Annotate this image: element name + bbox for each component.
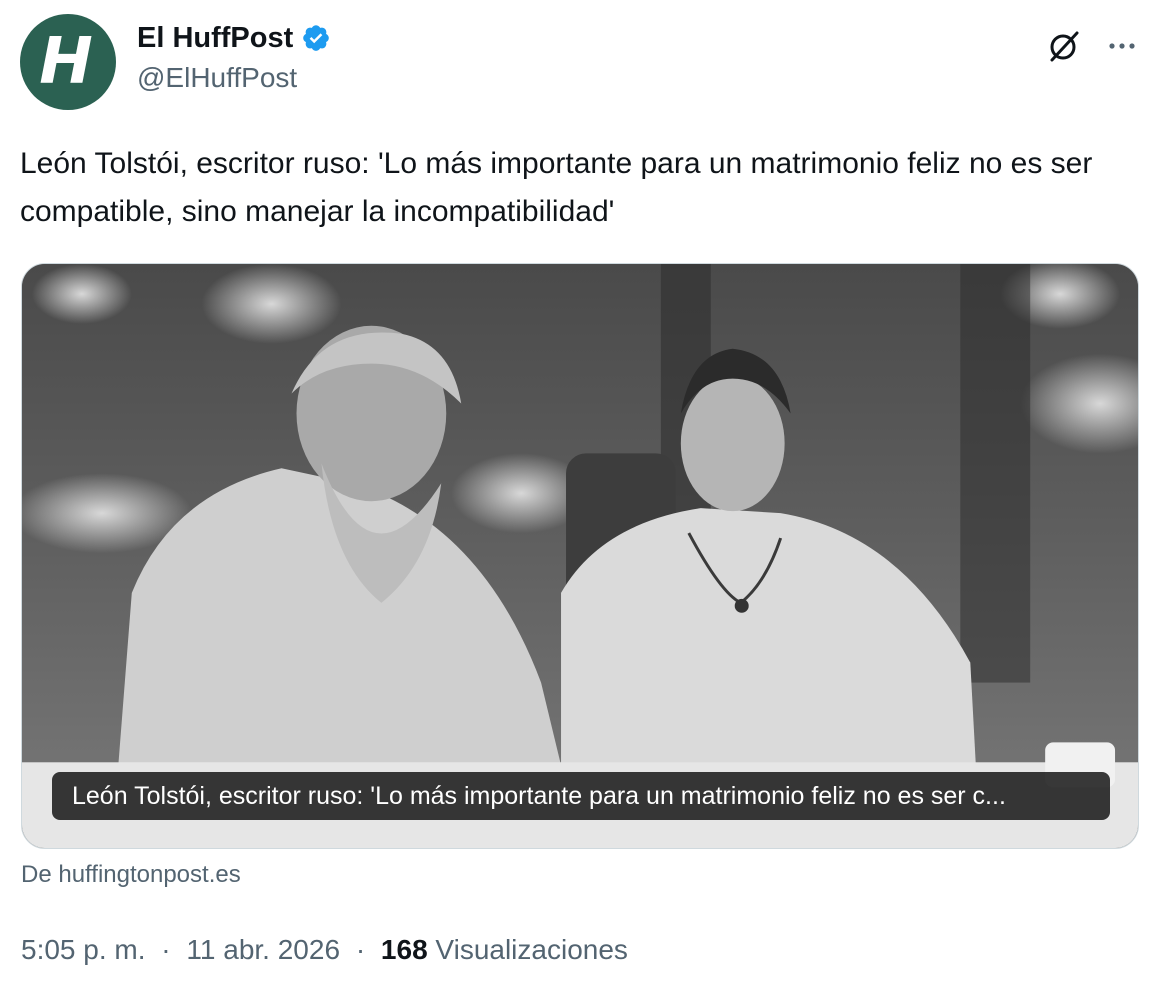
author-handle[interactable]: @ElHuffPost — [137, 60, 297, 96]
link-source[interactable]: De huffingtonpost.es — [21, 858, 241, 892]
author-name-row: El HuffPost — [137, 20, 331, 56]
tweet-meta: 5:05 p. m. · 11 abr. 2026 · 168 Visualiz… — [21, 930, 628, 970]
article-photo — [22, 264, 1138, 848]
grok-icon[interactable] — [1046, 28, 1082, 64]
display-name[interactable]: El HuffPost — [137, 20, 293, 56]
meta-separator: · — [355, 934, 366, 965]
verified-badge-icon[interactable] — [301, 23, 331, 53]
tweet-time[interactable]: 5:05 p. m. — [21, 934, 146, 965]
more-horizontal-icon[interactable] — [1104, 28, 1140, 64]
tweet-date[interactable]: 11 abr. 2026 — [186, 934, 340, 965]
views-label[interactable]: Visualizaciones — [435, 934, 628, 965]
tweet-text: León Tolstói, escritor ruso: 'Lo más imp… — [20, 147, 1093, 228]
link-card-caption: León Tolstói, escritor ruso: 'Lo más imp… — [52, 772, 1110, 820]
views-count[interactable]: 168 — [381, 934, 428, 965]
link-card[interactable]: León Tolstói, escritor ruso: 'Lo más imp… — [21, 263, 1139, 849]
avatar[interactable]: H — [20, 14, 116, 110]
meta-separator: · — [161, 934, 171, 965]
avatar-logo-letter: H — [39, 25, 93, 99]
